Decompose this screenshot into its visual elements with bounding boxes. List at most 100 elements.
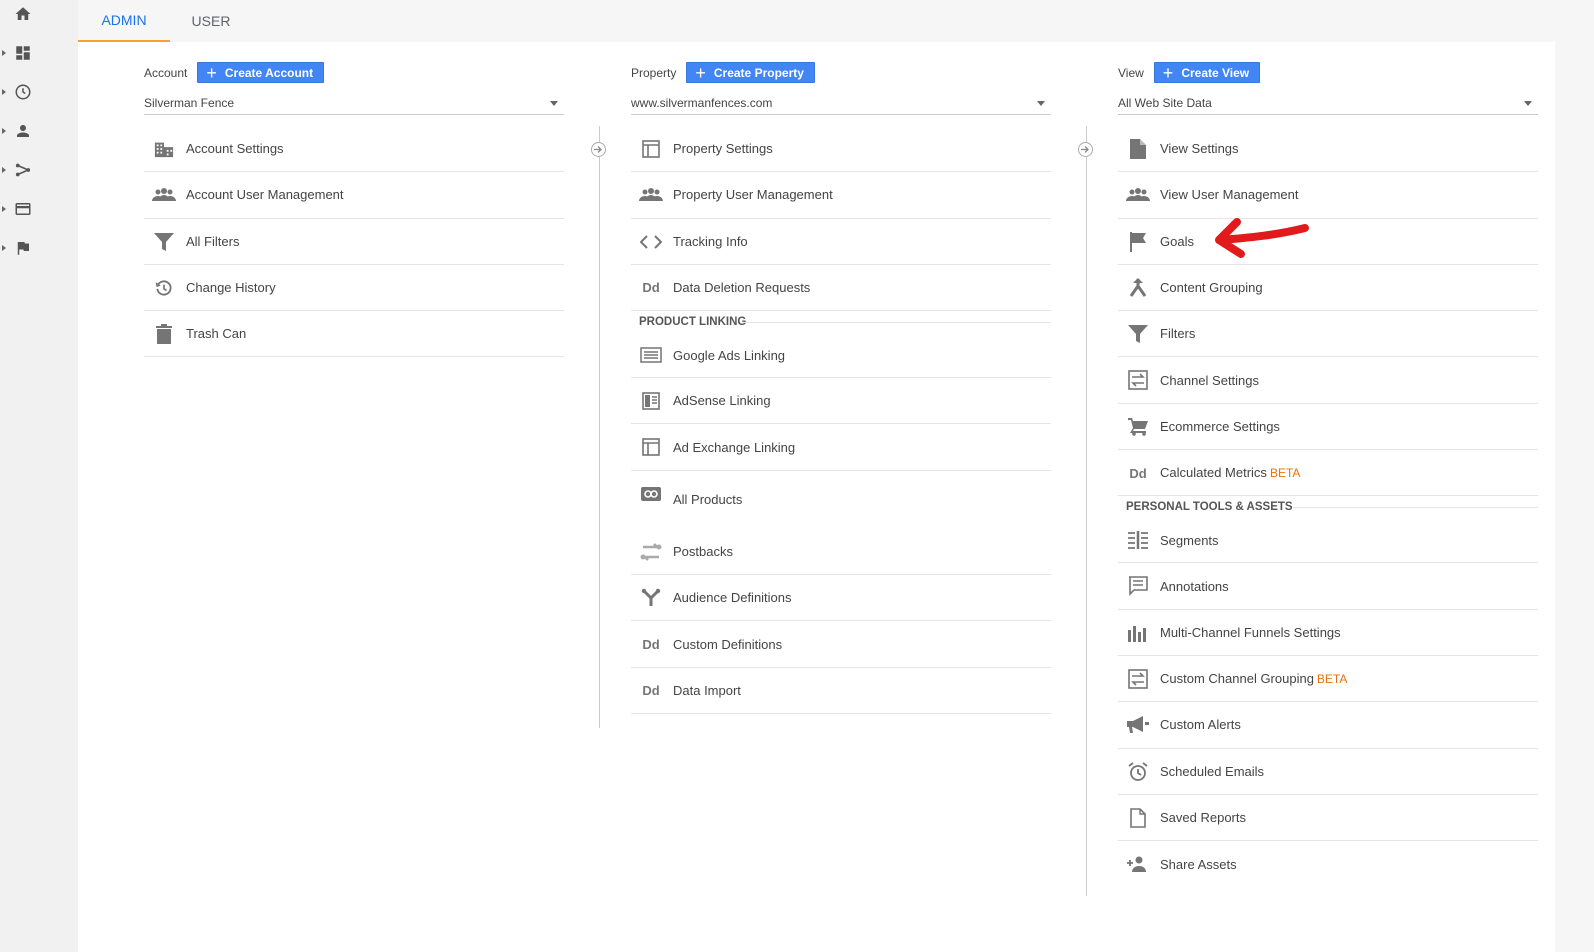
create-view-label: Create View [1181, 65, 1250, 80]
building-icon [152, 138, 176, 160]
scheduled-emails-item[interactable]: Scheduled Emails [1118, 749, 1538, 795]
acquisition-nav[interactable] [0, 158, 44, 182]
annotation-arrow-icon [1215, 218, 1309, 258]
dropdown-arrow-icon [1524, 101, 1532, 106]
item-label: Change History [186, 280, 276, 296]
property-items: Property Settings Property User Manageme… [631, 126, 1051, 714]
home-nav[interactable] [0, 2, 44, 26]
document-icon [1126, 138, 1150, 160]
property-user-management-item[interactable]: Property User Management [631, 172, 1051, 219]
plus-icon: + [695, 62, 706, 83]
realtime-nav[interactable] [0, 80, 44, 104]
personal-tools-heading: PERSONAL TOOLS & ASSETS [1118, 496, 1538, 518]
layout-icon [639, 138, 663, 160]
dashboard-icon [16, 46, 30, 60]
adsense-linking-item[interactable]: AdSense Linking [631, 378, 1051, 425]
admin-panel: Account + Create Account Silverman Fence… [78, 42, 1555, 952]
change-history-item[interactable]: Change History [144, 265, 564, 312]
view-label: View [1118, 65, 1144, 80]
tab-admin[interactable]: ADMIN [78, 0, 170, 42]
segments-item[interactable]: Segments [1118, 518, 1538, 564]
tracking-info-item[interactable]: Tracking Info [631, 219, 1051, 265]
all-products-item[interactable]: All Products [631, 471, 1051, 529]
property-label: Property [631, 65, 677, 80]
item-label: Channel Settings [1160, 372, 1260, 388]
view-items: View Settings View User Management Goals… [1118, 126, 1538, 887]
create-account-label: Create Account [224, 65, 314, 80]
item-label: Ad Exchange Linking [673, 439, 796, 455]
expand-caret-icon [2, 167, 6, 173]
property-selector[interactable]: www.silvermanfences.com [631, 92, 1051, 115]
goals-item[interactable]: Goals [1118, 219, 1538, 265]
item-label: Segments [1160, 532, 1219, 548]
saved-reports-item[interactable]: Saved Reports [1118, 795, 1538, 842]
users-icon [1126, 184, 1150, 206]
calculated-metrics-item[interactable]: Dd Calculated Metrics BETA [1118, 450, 1538, 497]
create-view-button[interactable]: + Create View [1153, 62, 1261, 83]
share-assets-item[interactable]: Share Assets [1118, 841, 1538, 887]
create-account-button[interactable]: + Create Account [197, 62, 325, 83]
item-label: Tracking Info [673, 233, 748, 249]
person-add-icon [1126, 853, 1150, 875]
tab-user[interactable]: USER [170, 0, 252, 42]
conversions-nav[interactable] [0, 236, 44, 260]
data-import-item[interactable]: Dd Data Import [631, 668, 1051, 714]
data-deletion-requests-item[interactable]: Dd Data Deletion Requests [631, 265, 1051, 312]
account-selector[interactable]: Silverman Fence [144, 92, 564, 115]
item-label: Ecommerce Settings [1160, 418, 1280, 434]
column-divider [599, 126, 600, 728]
beta-badge: BETA [1269, 466, 1301, 481]
column-divider [1086, 126, 1087, 896]
plus-icon: + [1162, 62, 1174, 83]
item-label: Goals [1160, 233, 1194, 249]
custom-channel-grouping-item[interactable]: Custom Channel Grouping BETA [1118, 656, 1538, 703]
multi-channel-funnels-item[interactable]: Multi-Channel Funnels Settings [1118, 610, 1538, 656]
property-header: Property + Create Property [631, 62, 815, 83]
postbacks-item[interactable]: Postbacks [631, 529, 1051, 576]
grouping-icon [1126, 277, 1150, 299]
account-settings-item[interactable]: Account Settings [144, 126, 564, 173]
item-label: Data Import [673, 682, 741, 698]
clock-icon [15, 84, 31, 100]
filter-icon [152, 231, 176, 253]
custom-alerts-item[interactable]: Custom Alerts [1118, 702, 1538, 749]
megaphone-icon [1126, 714, 1150, 736]
item-label: All Filters [186, 233, 240, 249]
item-label: Audience Definitions [673, 590, 792, 606]
channel-icon [1126, 369, 1150, 391]
audience-nav[interactable] [0, 119, 44, 143]
home-icon [15, 7, 31, 20]
flag-icon [1126, 231, 1150, 253]
left-nav-rail [0, 0, 78, 952]
ecommerce-settings-item[interactable]: Ecommerce Settings [1118, 404, 1538, 451]
annotations-item[interactable]: Annotations [1118, 563, 1538, 610]
filters-item[interactable]: Filters [1118, 311, 1538, 358]
content-grouping-item[interactable]: Content Grouping [1118, 265, 1538, 312]
item-label: Annotations [1160, 578, 1229, 594]
ads-icon [639, 344, 663, 366]
all-filters-item[interactable]: All Filters [144, 219, 564, 265]
trash-can-item[interactable]: Trash Can [144, 311, 564, 358]
create-property-button[interactable]: + Create Property [686, 62, 815, 83]
channel-settings-item[interactable]: Channel Settings [1118, 357, 1538, 404]
customization-nav[interactable] [0, 41, 44, 65]
audience-definitions-item[interactable]: Audience Definitions [631, 575, 1051, 622]
expand-caret-icon [2, 245, 6, 251]
account-user-management-item[interactable]: Account User Management [144, 172, 564, 219]
view-selector[interactable]: All Web Site Data [1118, 92, 1538, 115]
item-label: All Products [673, 492, 743, 508]
property-selected: www.silvermanfences.com [631, 96, 773, 110]
ad-exchange-linking-item[interactable]: Ad Exchange Linking [631, 424, 1051, 471]
account-selected: Silverman Fence [144, 96, 235, 110]
behavior-nav[interactable] [0, 197, 44, 221]
item-label: Trash Can [186, 326, 247, 342]
beta-badge: BETA [1316, 672, 1348, 687]
custom-definitions-item[interactable]: Dd Custom Definitions [631, 621, 1051, 668]
view-user-management-item[interactable]: View User Management [1118, 172, 1538, 219]
users-icon [639, 184, 663, 206]
view-settings-item[interactable]: View Settings [1118, 126, 1538, 173]
item-label: Content Grouping [1160, 280, 1263, 296]
google-ads-linking-item[interactable]: Google Ads Linking [631, 333, 1051, 379]
annotation-icon [1126, 575, 1150, 597]
property-settings-item[interactable]: Property Settings [631, 126, 1051, 173]
